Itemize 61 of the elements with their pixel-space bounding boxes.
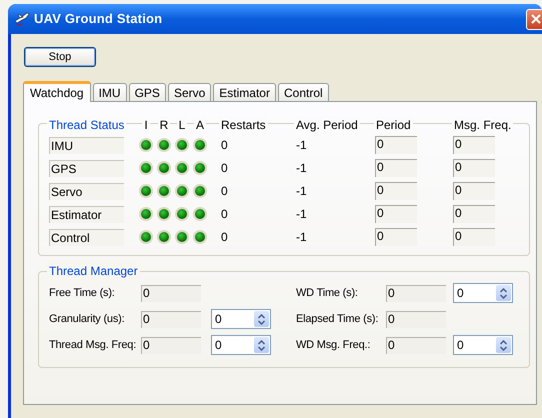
period-field[interactable]: 0 (375, 205, 417, 224)
close-button[interactable] (526, 8, 542, 30)
msg-freq-field[interactable]: 0 (453, 136, 495, 154)
spin-button[interactable] (254, 337, 269, 353)
tab[interactable]: Control (278, 83, 329, 101)
field-label: Elapsed Time (s): (296, 312, 380, 327)
group-title: Thread Manager (47, 262, 140, 280)
msg-freq-field[interactable]: 0 (453, 228, 495, 246)
restarts-value: 0 (221, 207, 228, 221)
field-label: Thread Msg. Freq: (49, 338, 138, 353)
avg-period-value: -1 (296, 138, 307, 152)
readonly-field: 0 (141, 310, 201, 328)
msg-freq-field[interactable]: 0 (453, 205, 495, 224)
msg-freq-field[interactable]: 0 (453, 159, 495, 178)
number-spinner[interactable]: 0 (211, 309, 271, 329)
field-label: WD Time (s): (296, 286, 359, 301)
number-spinner[interactable]: 0 (453, 335, 513, 355)
avg-period-value: -1 (296, 161, 307, 175)
readonly-field: 0 (141, 336, 201, 354)
avg-period-value: -1 (296, 230, 307, 244)
field-label: Free Time (s): (49, 286, 116, 301)
up-down-arrows-icon (500, 288, 507, 298)
avg-period-value: -1 (296, 207, 307, 221)
restarts-value: 0 (221, 161, 228, 175)
spin-button[interactable] (496, 285, 511, 301)
thread-name-label: IMU (49, 136, 124, 154)
tab[interactable]: GPS (128, 83, 166, 101)
close-icon (531, 14, 541, 24)
readonly-field: 0 (386, 336, 446, 354)
restarts-value: 0 (221, 138, 228, 152)
thread-name-label: Estimator (49, 206, 124, 223)
tab[interactable]: IMU (92, 83, 127, 101)
window-title: UAV Ground Station (34, 10, 162, 28)
period-field[interactable]: 0 (375, 228, 417, 246)
msg-freq-field[interactable]: 0 (453, 182, 495, 200)
spin-button[interactable] (496, 337, 511, 353)
period-field[interactable]: 0 (375, 182, 417, 200)
thread-name-label: Control (49, 228, 124, 246)
number-spinner[interactable]: 0 (453, 283, 513, 303)
up-down-arrows-icon (500, 340, 507, 350)
period-field[interactable]: 0 (375, 159, 417, 178)
restarts-value: 0 (221, 184, 228, 198)
up-down-arrows-icon (258, 314, 265, 324)
thread-name-label: Servo (49, 182, 124, 200)
readonly-field: 0 (386, 284, 446, 302)
tab[interactable]: Watchdog (23, 81, 91, 102)
field-label: Granularity (us): (49, 312, 126, 327)
avg-period-value: -1 (296, 184, 307, 198)
field-label: WD Msg. Freq.: (296, 338, 372, 353)
thread-name-label: GPS (49, 160, 124, 177)
readonly-field: 0 (141, 284, 201, 302)
period-field[interactable]: 0 (375, 136, 417, 154)
tab[interactable]: Servo (168, 83, 212, 101)
stop-button[interactable]: Stop (24, 47, 96, 67)
number-spinner[interactable]: 0 (211, 335, 271, 355)
up-down-arrows-icon (258, 340, 265, 350)
spin-button[interactable] (254, 311, 269, 327)
tab[interactable]: Estimator (213, 83, 276, 101)
readonly-field: 0 (386, 310, 446, 328)
restarts-value: 0 (221, 230, 228, 244)
airplane-icon (14, 12, 30, 26)
